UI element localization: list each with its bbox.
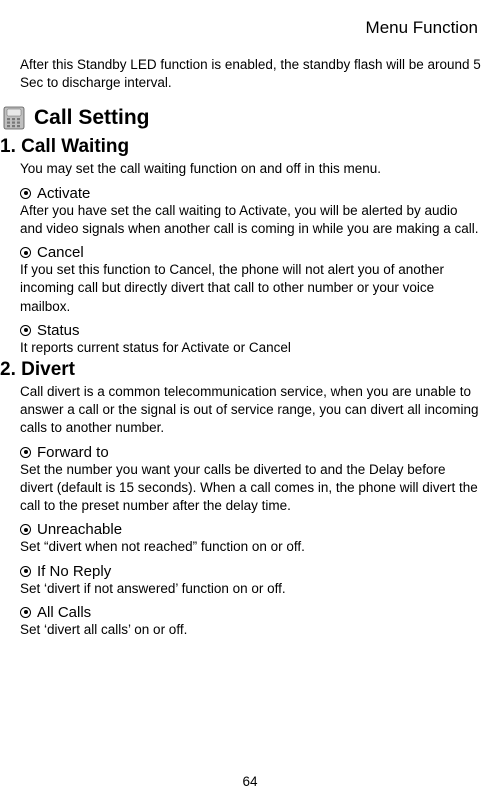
running-header: Menu Function [18, 18, 482, 38]
target-bullet-icon [20, 247, 31, 258]
target-bullet-icon [20, 447, 31, 458]
section-title: Call Setting [34, 106, 150, 130]
heading-divert: 2. Divert [0, 359, 482, 381]
target-bullet-icon [20, 188, 31, 199]
sub-item-unreachable: Unreachable [18, 521, 482, 538]
sub-label: If No Reply [37, 563, 111, 580]
sub-desc-if-no-reply: Set ‘divert if not answered’ function on… [18, 580, 482, 598]
sub-item-cancel: Cancel [18, 244, 482, 261]
sub-desc-forward-to: Set the number you want your calls be di… [18, 461, 482, 516]
phone-icon [0, 104, 28, 132]
call-waiting-desc: You may set the call waiting function on… [18, 160, 482, 178]
sub-desc-cancel: If you set this function to Cancel, the … [18, 261, 482, 316]
sub-item-forward-to: Forward to [18, 444, 482, 461]
target-bullet-icon [20, 607, 31, 618]
sub-desc-status: It reports current status for Activate o… [18, 339, 482, 357]
sub-label: Status [37, 322, 80, 339]
sub-desc-activate: After you have set the call waiting to A… [18, 202, 482, 238]
sub-label: Forward to [37, 444, 109, 461]
target-bullet-icon [20, 566, 31, 577]
target-bullet-icon [20, 524, 31, 535]
page-number: 64 [0, 774, 500, 789]
sub-label: Cancel [37, 244, 84, 261]
sub-desc-unreachable: Set “divert when not reached” function o… [18, 538, 482, 556]
sub-item-if-no-reply: If No Reply [18, 563, 482, 580]
intro-paragraph: After this Standby LED function is enabl… [18, 56, 482, 92]
sub-item-status: Status [18, 322, 482, 339]
target-bullet-icon [20, 325, 31, 336]
sub-label: Unreachable [37, 521, 122, 538]
section-heading-row: Call Setting [0, 104, 482, 132]
divert-desc: Call divert is a common telecommunicatio… [18, 383, 482, 438]
sub-label: Activate [37, 185, 90, 202]
sub-item-all-calls: All Calls [18, 604, 482, 621]
sub-label: All Calls [37, 604, 91, 621]
sub-item-activate: Activate [18, 185, 482, 202]
heading-call-waiting: 1. Call Waiting [0, 136, 482, 158]
sub-desc-all-calls: Set ‘divert all calls’ on or off. [18, 621, 482, 639]
